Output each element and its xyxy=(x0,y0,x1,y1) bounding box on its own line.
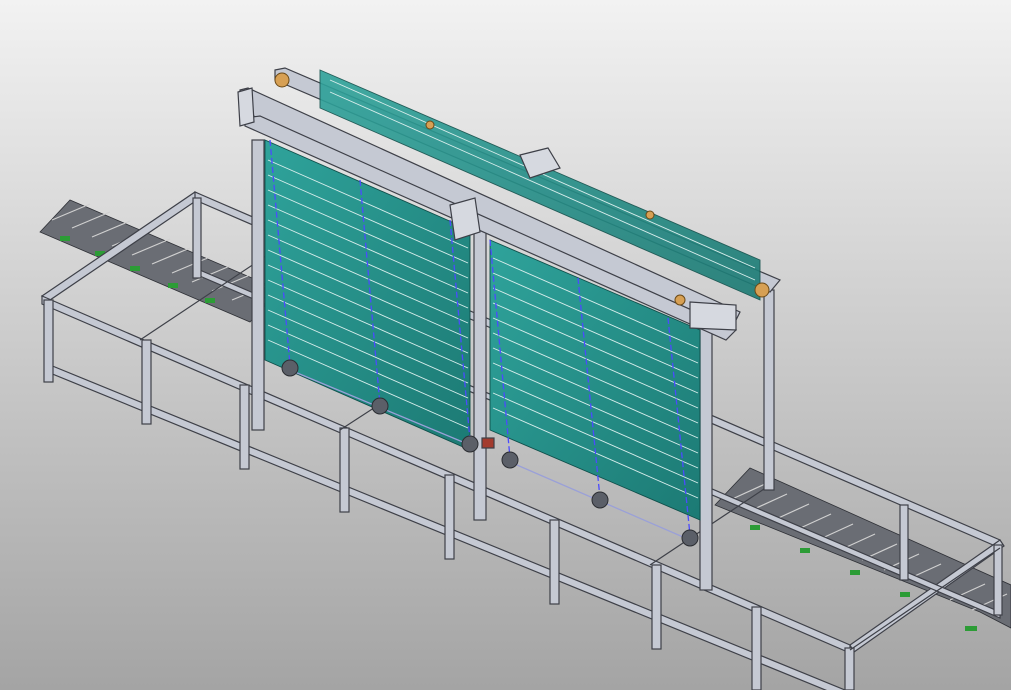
right-tower-post xyxy=(699,319,713,591)
sprocket-icon xyxy=(371,397,389,415)
left-end-plate xyxy=(237,87,255,127)
model-canvas[interactable] xyxy=(0,0,1011,690)
pulley-icon xyxy=(274,72,290,88)
pulley-icon xyxy=(425,120,435,130)
red-drive-motor xyxy=(481,437,495,449)
pulley-icon xyxy=(674,294,686,306)
sprocket-icon xyxy=(591,491,609,509)
sprocket-icon xyxy=(501,451,519,469)
center-tower-post xyxy=(473,224,487,521)
sprocket-icon xyxy=(681,529,699,547)
sprocket-icon xyxy=(281,359,299,377)
cad-viewport[interactable] xyxy=(0,0,1011,690)
left-tower-post xyxy=(251,139,265,431)
right-end-plate xyxy=(689,301,737,331)
sprocket-icon xyxy=(461,435,479,453)
pulley-icon xyxy=(645,210,655,220)
pulley-icon xyxy=(754,282,770,298)
rear-tower-post xyxy=(763,289,775,491)
center-gearbox xyxy=(449,197,481,241)
